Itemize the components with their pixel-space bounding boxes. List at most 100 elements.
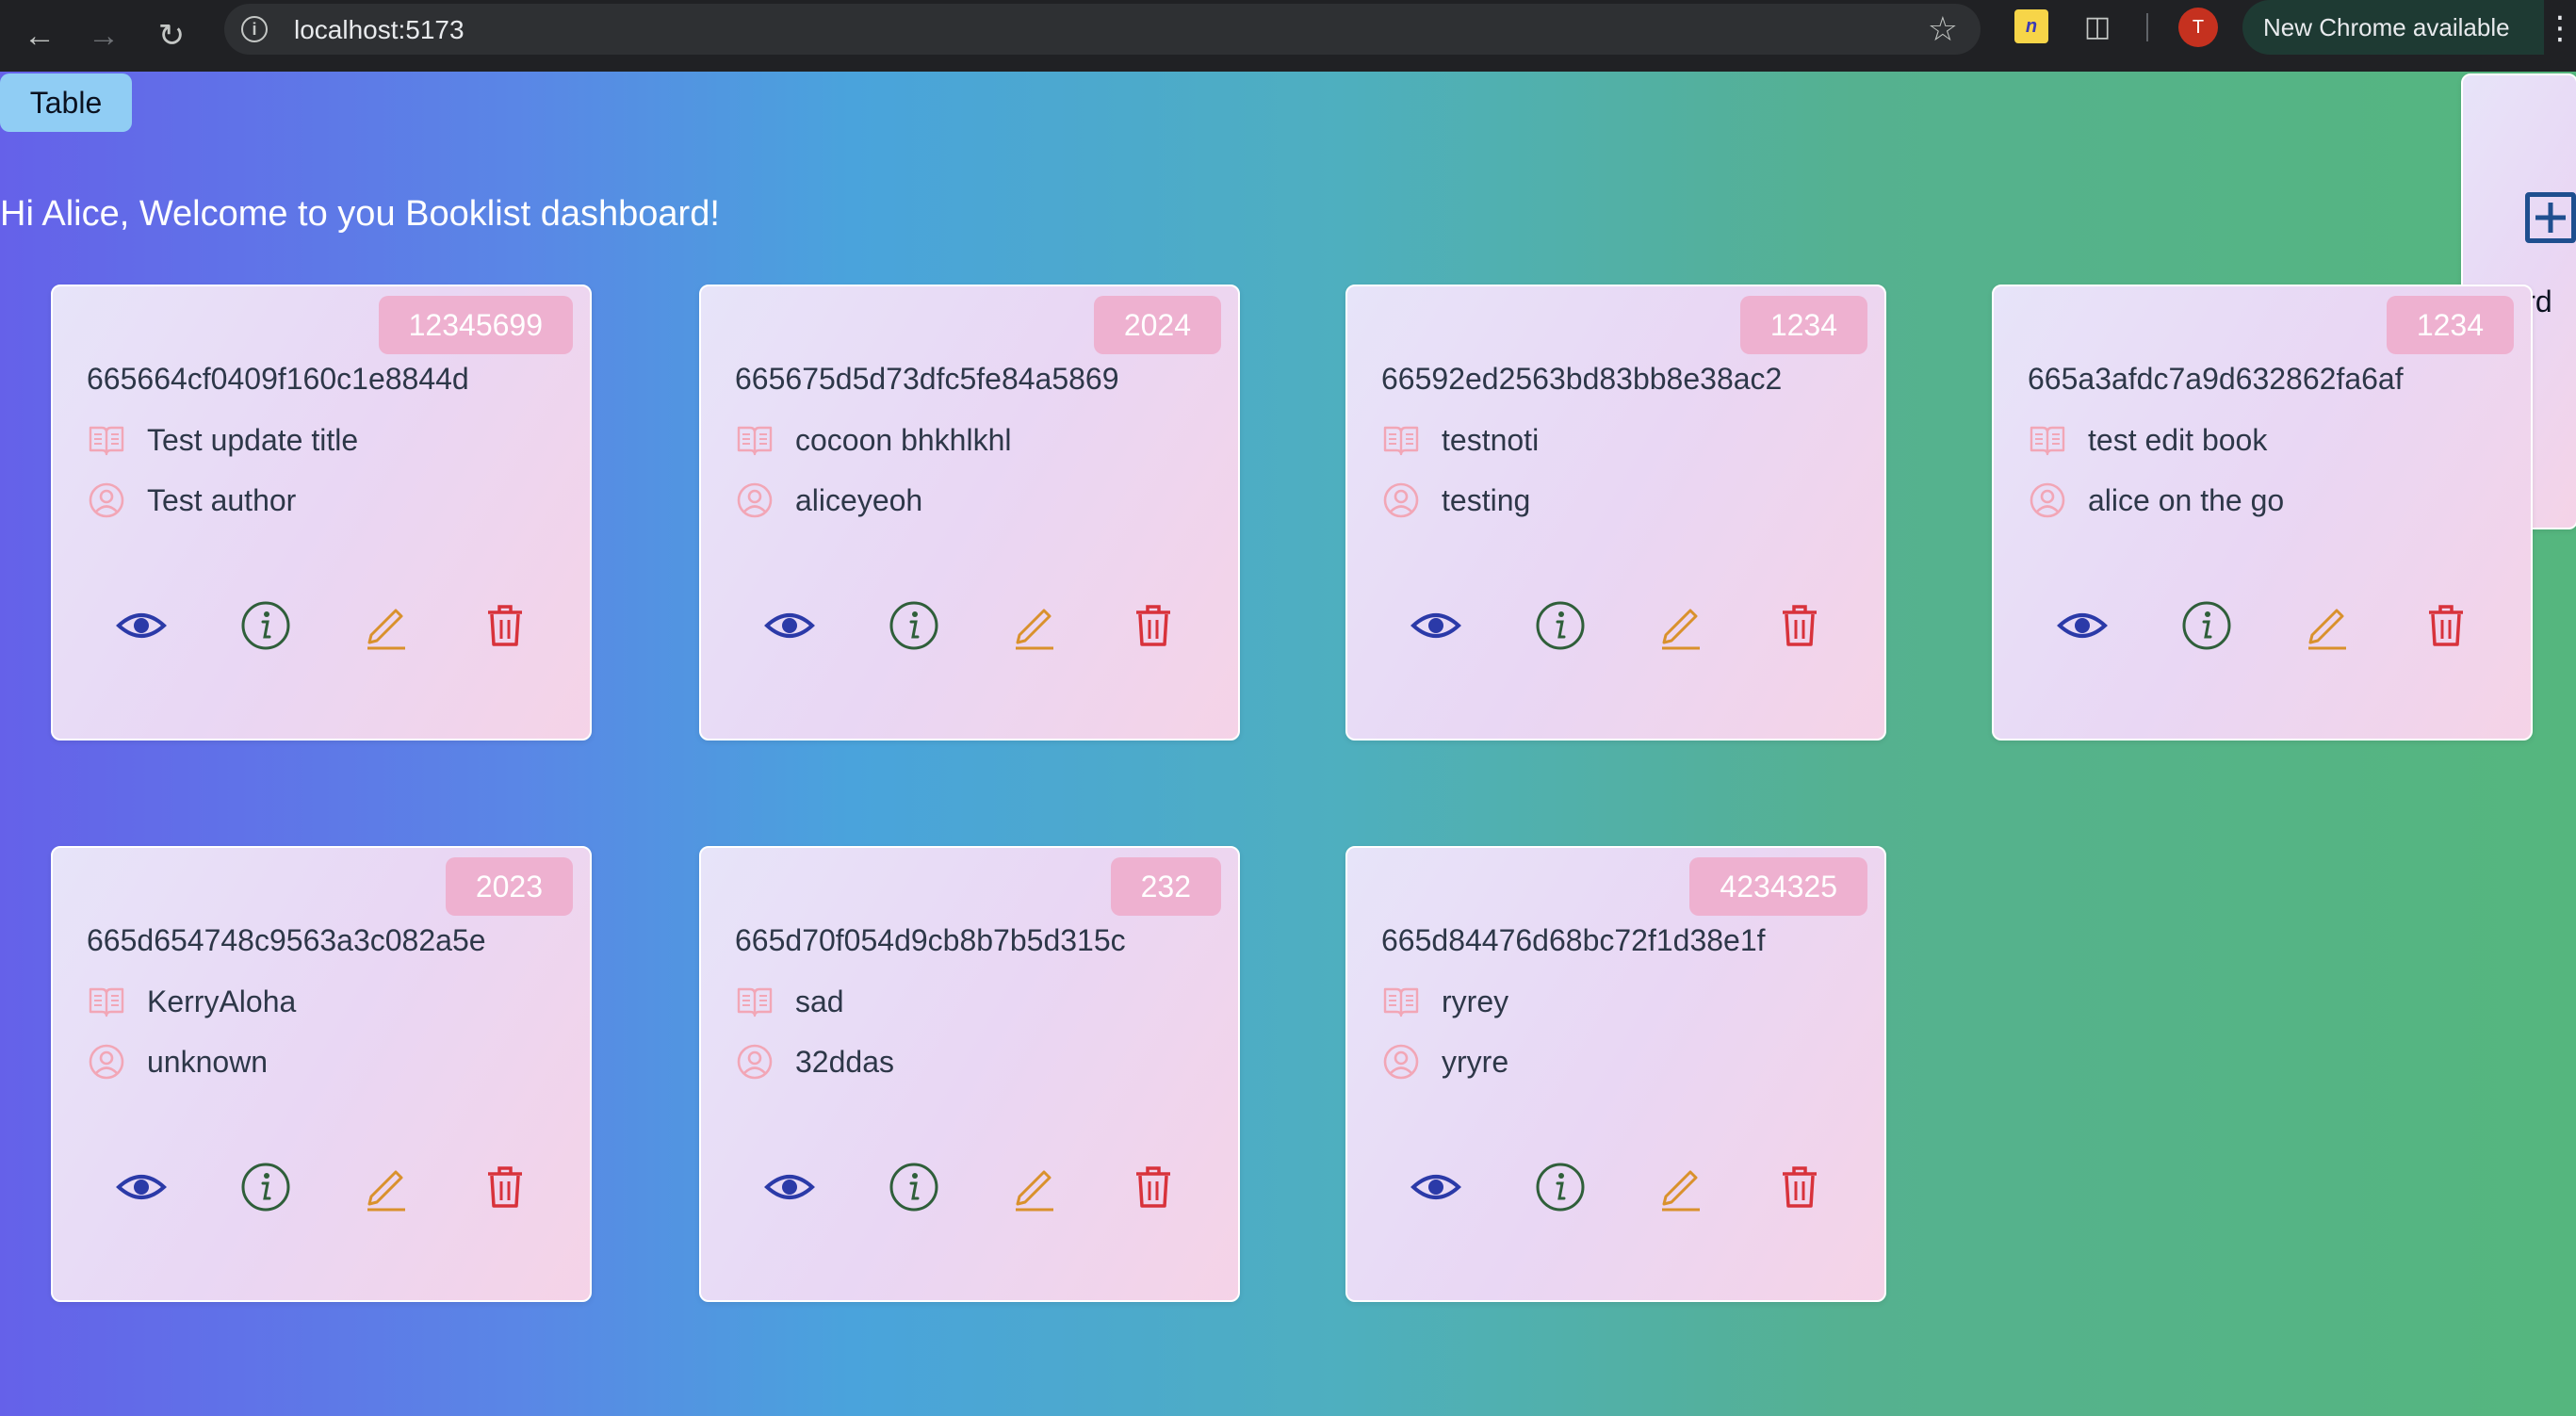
- view-book-button[interactable]: [761, 597, 818, 654]
- trash-icon: [1136, 605, 1170, 646]
- book-title: sad: [795, 984, 844, 1018]
- card-actions: [53, 597, 590, 654]
- dashboard-page: Table Card Hi Alice, Welcome to you Book…: [0, 72, 2576, 1416]
- book-title-row: sad: [735, 982, 844, 1021]
- view-book-button[interactable]: [113, 1159, 170, 1215]
- reload-icon[interactable]: ↻: [143, 8, 200, 64]
- book-title: KerryAloha: [147, 984, 297, 1018]
- book-info-button[interactable]: [2178, 597, 2235, 654]
- edit-book-button[interactable]: [1653, 1159, 1709, 1215]
- delete-book-button[interactable]: [477, 1159, 533, 1215]
- url-text[interactable]: localhost:5173: [294, 15, 465, 45]
- eye-icon: [1410, 613, 1461, 638]
- trash-icon: [488, 1166, 522, 1208]
- book-title-row: KerryAloha: [87, 982, 296, 1021]
- eye-icon: [764, 613, 815, 638]
- publish-year-badge: 2023: [445, 857, 573, 916]
- publish-year-badge: 2024: [1093, 296, 1221, 354]
- pencil-icon: [367, 609, 405, 650]
- user-circle-icon: [2030, 482, 2065, 518]
- delete-book-button[interactable]: [477, 597, 533, 654]
- book-id: 665d84476d68bc72f1d38e1f: [1381, 923, 1766, 957]
- card-actions: [701, 597, 1238, 654]
- user-circle-icon: [1383, 482, 1419, 518]
- book-title-row: cocoon bhkhlkhl: [735, 420, 1011, 460]
- delete-book-button[interactable]: [1125, 597, 1182, 654]
- book-author: aliceyeoh: [795, 482, 923, 517]
- view-book-button[interactable]: [113, 597, 170, 654]
- publish-year-badge: 4234325: [1689, 857, 1867, 916]
- book-title: cocoon bhkhlkhl: [795, 422, 1012, 457]
- delete-book-button[interactable]: [1125, 1159, 1182, 1215]
- extensions-puzzle-icon[interactable]: ◫: [2080, 9, 2114, 43]
- edit-book-button[interactable]: [358, 1159, 415, 1215]
- view-book-button[interactable]: [2054, 597, 2111, 654]
- book-author-row: alice on the go: [2028, 480, 2284, 520]
- site-info-icon[interactable]: i: [241, 16, 268, 42]
- book-card: 232 665d70f054d9cb8b7b5d315c sad 32ddas: [699, 846, 1240, 1302]
- publish-year-badge: 232: [1110, 857, 1221, 916]
- toolbar-divider: [2146, 13, 2148, 41]
- book-open-icon: [1383, 426, 1419, 456]
- info-icon: [889, 1163, 938, 1212]
- card-actions: [53, 1159, 590, 1215]
- book-info-button[interactable]: [1532, 1159, 1589, 1215]
- book-author-row: yryre: [1381, 1042, 1508, 1082]
- user-circle-icon: [1383, 1044, 1419, 1080]
- book-author-row: aliceyeoh: [735, 480, 922, 520]
- info-icon: [889, 601, 938, 650]
- user-circle-icon: [737, 482, 773, 518]
- book-author-row: 32ddas: [735, 1042, 894, 1082]
- publish-year-badge: 12345699: [378, 296, 573, 354]
- book-card: 2024 665675d5d73dfc5fe84a5869 cocoon bhk…: [699, 285, 1240, 741]
- delete-book-button[interactable]: [1771, 597, 1828, 654]
- trash-icon: [1136, 1166, 1170, 1208]
- edit-book-button[interactable]: [1006, 597, 1063, 654]
- book-info-button[interactable]: [237, 1159, 294, 1215]
- book-author-row: unknown: [87, 1042, 268, 1082]
- book-title-row: test edit book: [2028, 420, 2267, 460]
- book-info-button[interactable]: [886, 1159, 942, 1215]
- trash-icon: [1783, 1166, 1817, 1208]
- bookmark-star-icon[interactable]: ☆: [1928, 9, 1958, 49]
- book-info-button[interactable]: [886, 597, 942, 654]
- user-circle-icon: [89, 1044, 124, 1080]
- view-book-button[interactable]: [1408, 1159, 1464, 1215]
- extension-icon[interactable]: n: [2014, 9, 2048, 43]
- book-open-icon: [737, 426, 773, 456]
- back-icon[interactable]: ←: [11, 8, 68, 64]
- address-bar[interactable]: i localhost:5173 ☆: [224, 4, 1981, 55]
- view-book-button[interactable]: [761, 1159, 818, 1215]
- book-info-button[interactable]: [237, 597, 294, 654]
- book-title-row: ryrey: [1381, 982, 1508, 1021]
- book-card: 2023 665d654748c9563a3c082a5e KerryAloha…: [51, 846, 592, 1302]
- edit-book-button[interactable]: [1653, 597, 1709, 654]
- chrome-update-button[interactable]: New Chrome available: [2242, 0, 2544, 55]
- book-open-icon: [737, 987, 773, 1017]
- book-author-row: Test author: [87, 480, 296, 520]
- edit-book-button[interactable]: [358, 597, 415, 654]
- table-view-button[interactable]: Table: [0, 73, 132, 132]
- delete-book-button[interactable]: [2418, 597, 2474, 654]
- eye-icon: [2057, 613, 2108, 638]
- book-info-button[interactable]: [1532, 597, 1589, 654]
- card-actions: [1347, 1159, 1884, 1215]
- book-id: 665a3afdc7a9d632862fa6af: [2028, 362, 2404, 396]
- view-book-button[interactable]: [1408, 597, 1464, 654]
- pencil-icon: [1016, 609, 1053, 650]
- browser-menu-icon[interactable]: ⋮: [2544, 8, 2576, 49]
- info-icon: [241, 601, 290, 650]
- profile-avatar[interactable]: T: [2178, 8, 2218, 47]
- delete-book-button[interactable]: [1771, 1159, 1828, 1215]
- card-actions: [701, 1159, 1238, 1215]
- card-actions: [1347, 597, 1884, 654]
- add-book-button[interactable]: [2525, 192, 2576, 243]
- edit-book-button[interactable]: [2299, 597, 2356, 654]
- edit-book-button[interactable]: [1006, 1159, 1063, 1215]
- book-author: testing: [1442, 482, 1531, 517]
- trash-icon: [488, 605, 522, 646]
- book-open-icon: [2030, 426, 2065, 456]
- book-id: 665675d5d73dfc5fe84a5869: [735, 362, 1119, 396]
- forward-icon[interactable]: →: [75, 8, 132, 64]
- book-id: 665d654748c9563a3c082a5e: [87, 923, 486, 957]
